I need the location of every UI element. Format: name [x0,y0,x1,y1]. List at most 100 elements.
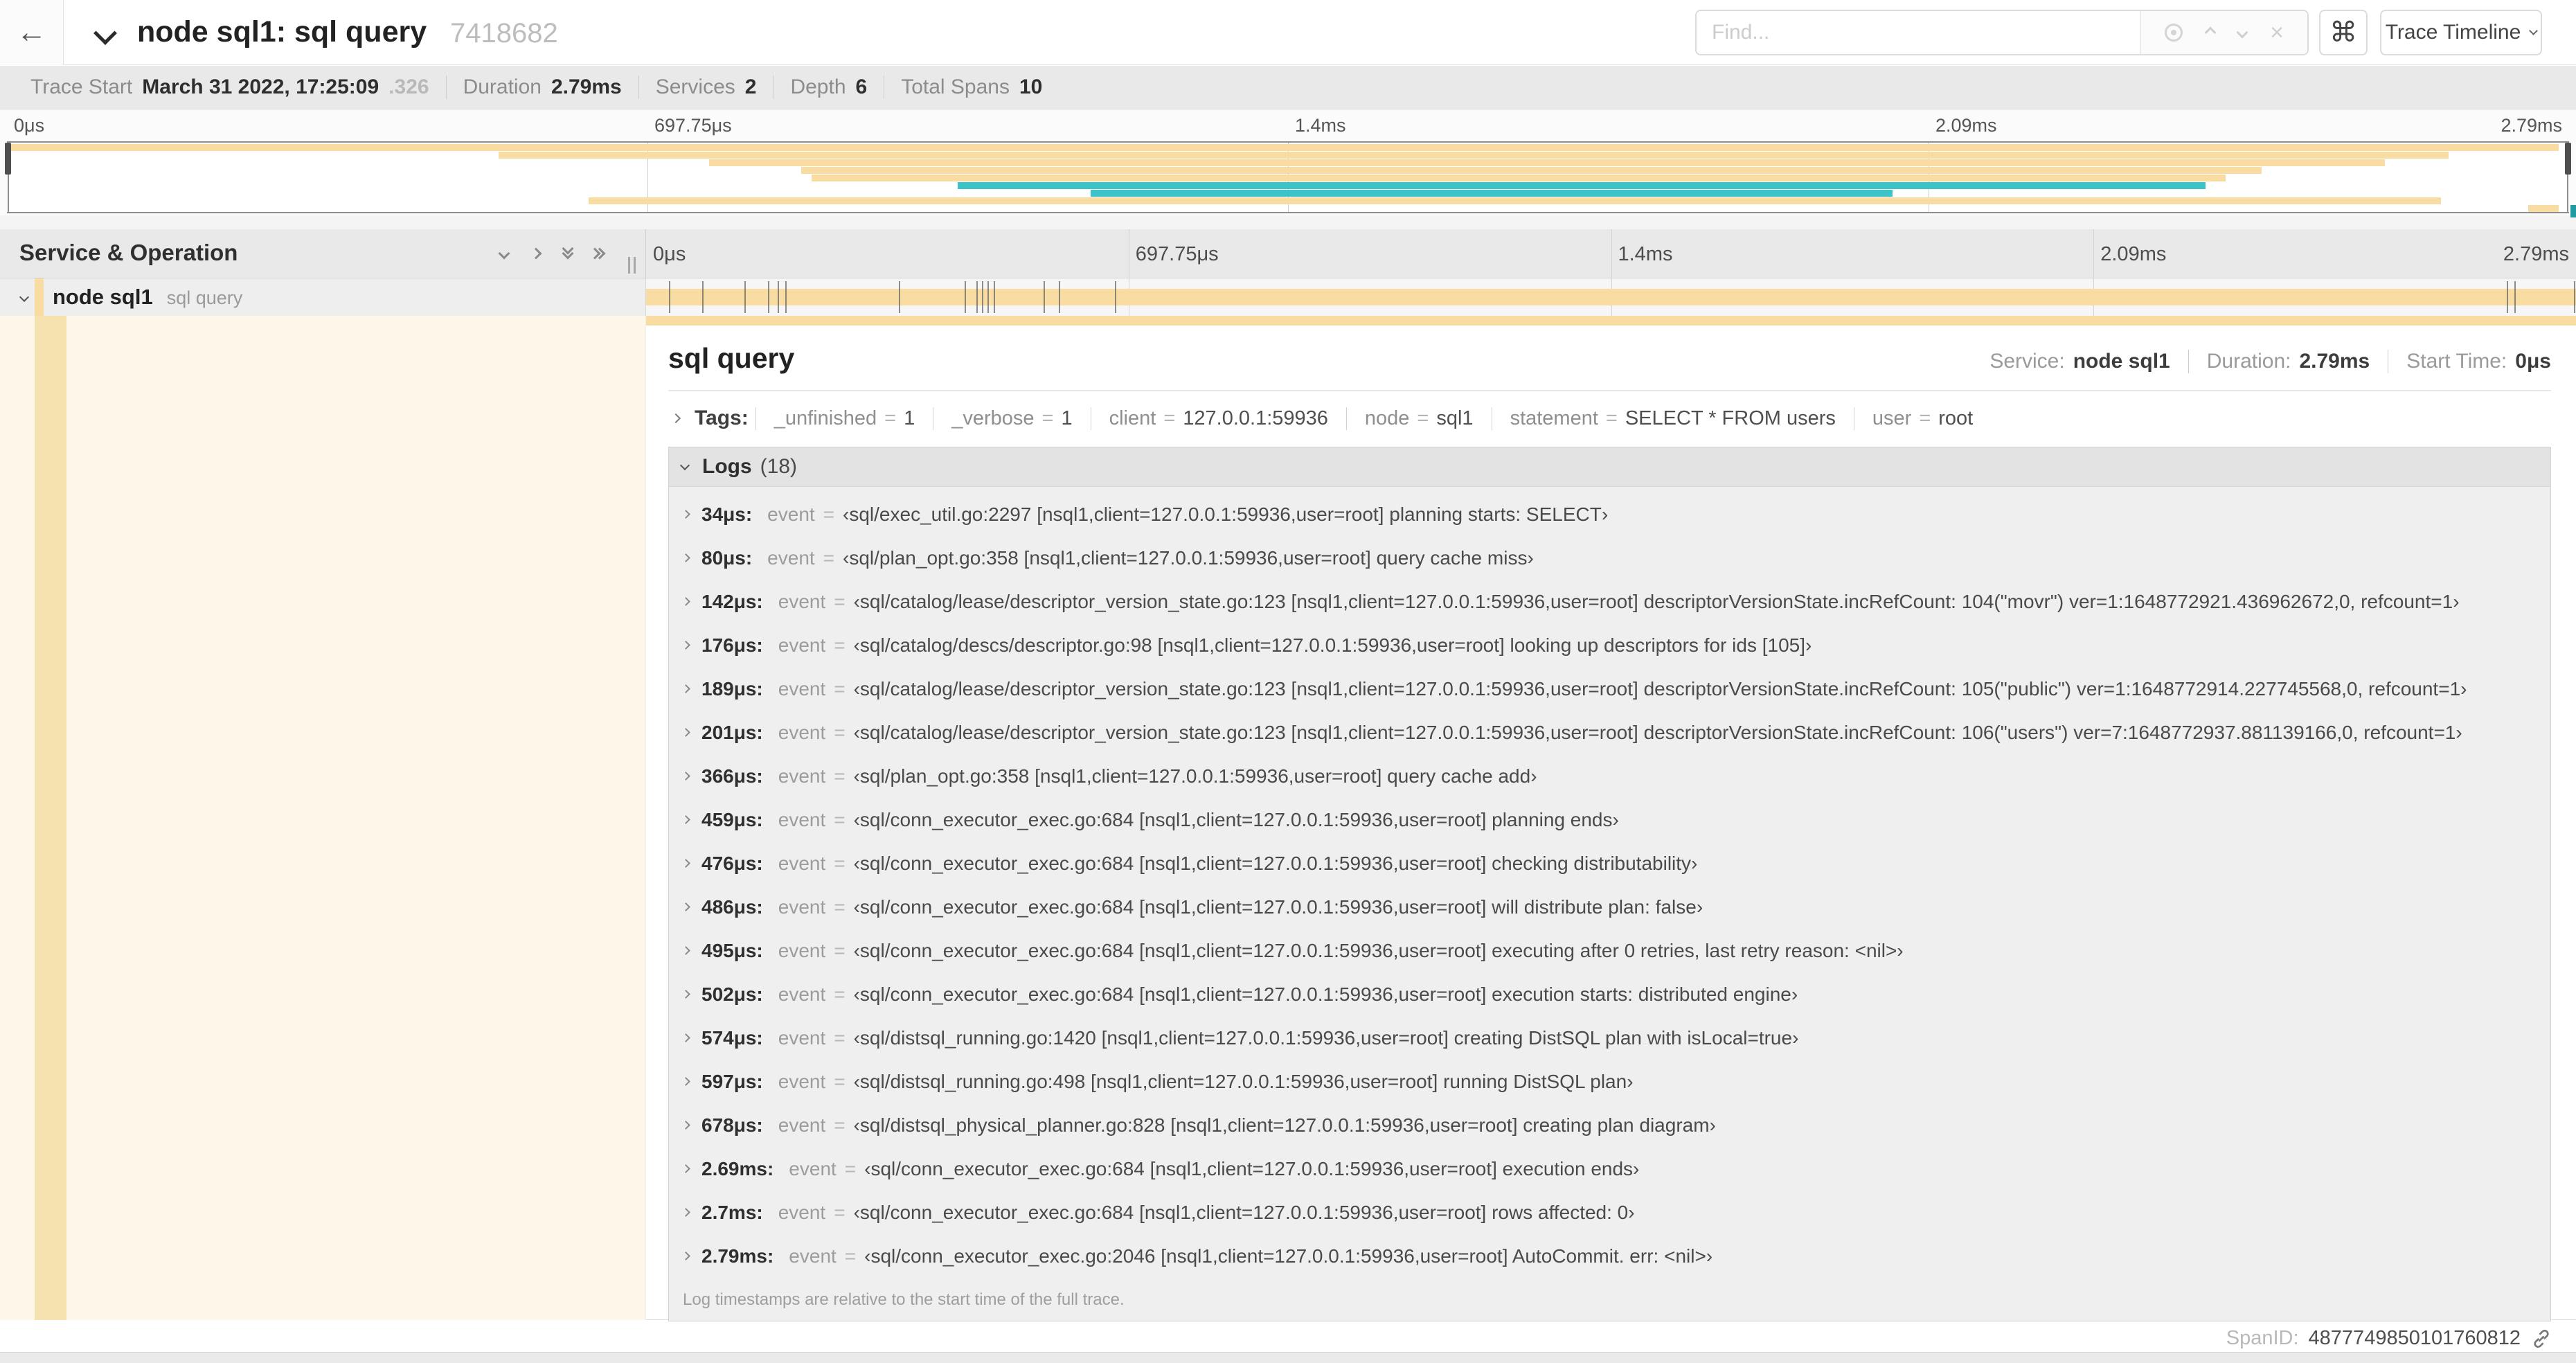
tag-item: _unfinished = 1 [755,407,933,430]
find-input[interactable] [1697,11,2140,54]
log-entry[interactable]: 2.7ms: event = ‹sql/conn_executor_exec.g… [669,1191,2550,1234]
log-entry[interactable]: 80μs: event = ‹sql/plan_opt.go:358 [nsql… [669,536,2550,580]
minimap-right-scrubber-handle[interactable] [2565,143,2571,175]
log-entry-chevron-icon[interactable] [681,772,690,781]
keyboard-shortcuts-button[interactable]: ⌘ [2319,10,2368,55]
log-equals: = [834,721,846,743]
span-row-name-cell[interactable]: node sql1 sql query [0,278,646,316]
log-marker[interactable] [785,281,787,313]
log-entry[interactable]: 2.79ms: event = ‹sql/conn_executor_exec.… [669,1234,2550,1278]
log-equals: = [834,852,846,874]
collapse-all-button[interactable] [589,247,606,260]
log-entry-chevron-icon[interactable] [681,815,690,824]
back-button[interactable]: ← [0,0,64,65]
log-marker[interactable] [2506,281,2508,313]
log-marker[interactable] [777,281,779,313]
log-equals: = [844,1245,857,1267]
log-marker[interactable] [899,281,901,313]
log-entry-chevron-icon[interactable] [681,641,690,650]
log-marker[interactable] [1044,281,1046,313]
log-entry-chevron-icon[interactable] [681,728,690,737]
span-detail-color-stripe [646,316,2576,326]
log-entry-chevron-icon[interactable] [681,1164,690,1173]
log-entry[interactable]: 574μs: event = ‹sql/distsql_running.go:1… [669,1016,2550,1060]
log-field-key: event [778,939,826,961]
expand-one-button[interactable] [498,247,510,260]
minimap-canvas[interactable] [5,141,2571,213]
trace-id: 7418682 [450,18,558,48]
log-entry[interactable]: 176μs: event = ‹sql/catalog/descs/descri… [669,623,2550,667]
tags-row[interactable]: Tags: _unfinished = 1 _verbose = 1 clien… [668,407,2551,430]
log-entry-chevron-icon[interactable] [681,1208,690,1217]
minimap-left-scrubber-handle[interactable] [5,143,11,175]
log-entry-chevron-icon[interactable] [681,553,690,562]
log-entry[interactable]: 366μs: event = ‹sql/plan_opt.go:358 [nsq… [669,754,2550,798]
span-row-timeline-cell[interactable] [646,278,2576,316]
log-equals: = [834,677,846,700]
log-entry-chevron-icon[interactable] [681,902,690,911]
collapse-one-button[interactable] [530,247,542,260]
trace-collapse-chevron-icon[interactable] [93,21,117,45]
trace-services: Services 2 [638,75,773,99]
log-entry[interactable]: 34μs: event = ‹sql/exec_util.go:2297 [ns… [669,492,2550,536]
log-entry-chevron-icon[interactable] [681,510,690,519]
trace-view-select[interactable]: Trace Timeline [2380,10,2542,55]
log-marker[interactable] [964,281,966,313]
log-entry[interactable]: 678μs: event = ‹sql/distsql_physical_pla… [669,1103,2550,1147]
find-prev-icon[interactable] [2204,26,2217,39]
expand-all-button[interactable] [562,242,574,260]
link-icon[interactable] [2530,1328,2552,1350]
log-entry[interactable]: 459μs: event = ‹sql/conn_executor_exec.g… [669,798,2550,841]
column-resize-grip[interactable] [628,257,636,274]
trace-start-value: March 31 2022, 17:25:09 [142,75,379,98]
total-spans-value: 10 [1019,75,1043,98]
log-field-value: ‹sql/catalog/lease/descriptor_version_st… [853,721,2462,743]
log-marker[interactable] [669,281,671,313]
span-collapse-chevron-icon[interactable] [19,292,30,303]
log-entry[interactable]: 189μs: event = ‹sql/catalog/lease/descri… [669,667,2550,711]
log-marker[interactable] [2514,281,2516,313]
log-entry-chevron-icon[interactable] [681,1121,690,1130]
log-entry[interactable]: 201μs: event = ‹sql/catalog/lease/descri… [669,711,2550,754]
log-marker[interactable] [987,281,990,313]
log-entry[interactable]: 486μs: event = ‹sql/conn_executor_exec.g… [669,885,2550,929]
log-entry-chevron-icon[interactable] [681,859,690,868]
log-timestamp: 34μs: [701,503,753,525]
log-entry[interactable]: 597μs: event = ‹sql/distsql_running.go:4… [669,1060,2550,1103]
log-marker[interactable] [976,281,978,313]
logs-chevron-icon[interactable] [679,460,690,471]
log-entry-chevron-icon[interactable] [681,684,690,693]
log-entry-chevron-icon[interactable] [681,946,690,955]
log-marker[interactable] [993,281,995,313]
find-next-icon[interactable] [2236,26,2248,39]
log-entry-chevron-icon[interactable] [681,1033,690,1042]
span-duration-bar[interactable] [646,289,2576,305]
log-entry[interactable]: 2.69ms: event = ‹sql/conn_executor_exec.… [669,1147,2550,1191]
timeline-ticks-header: 0μs 697.75μs 1.4ms 2.09ms 2.79ms [646,229,2576,278]
log-entry-chevron-icon[interactable] [681,1077,690,1086]
logs-header[interactable]: Logs (18) [669,447,2550,487]
log-marker[interactable] [744,281,746,313]
log-entry-chevron-icon[interactable] [681,597,690,606]
log-marker[interactable] [1059,281,1061,313]
log-marker[interactable] [701,281,704,313]
logs-section: Logs (18) 34μs: event = ‹sql/exec_util.g… [668,447,2551,1321]
log-entry[interactable]: 495μs: event = ‹sql/conn_executor_exec.g… [669,929,2550,972]
tag-item: statement = SELECT * FROM users [1491,407,1854,430]
chevron-right-icon [530,247,542,260]
log-marker[interactable] [767,281,769,313]
log-entry[interactable]: 476μs: event = ‹sql/conn_executor_exec.g… [669,841,2550,885]
log-marker[interactable] [1115,281,1117,313]
log-marker[interactable] [981,281,983,313]
log-entry-chevron-icon[interactable] [681,1251,690,1260]
minimap-span-bar [811,175,2226,181]
locate-icon[interactable] [2165,24,2183,42]
meta-start-time: Start Time: 0μs [2388,350,2551,373]
log-marker[interactable] [2574,281,2576,313]
log-entry[interactable]: 142μs: event = ‹sql/catalog/lease/descri… [669,580,2550,623]
tags-chevron-icon[interactable] [670,413,681,424]
clear-icon[interactable]: × [2270,21,2284,44]
log-entry-chevron-icon[interactable] [681,990,690,999]
log-field-key: event [778,634,826,656]
log-entry[interactable]: 502μs: event = ‹sql/conn_executor_exec.g… [669,972,2550,1016]
